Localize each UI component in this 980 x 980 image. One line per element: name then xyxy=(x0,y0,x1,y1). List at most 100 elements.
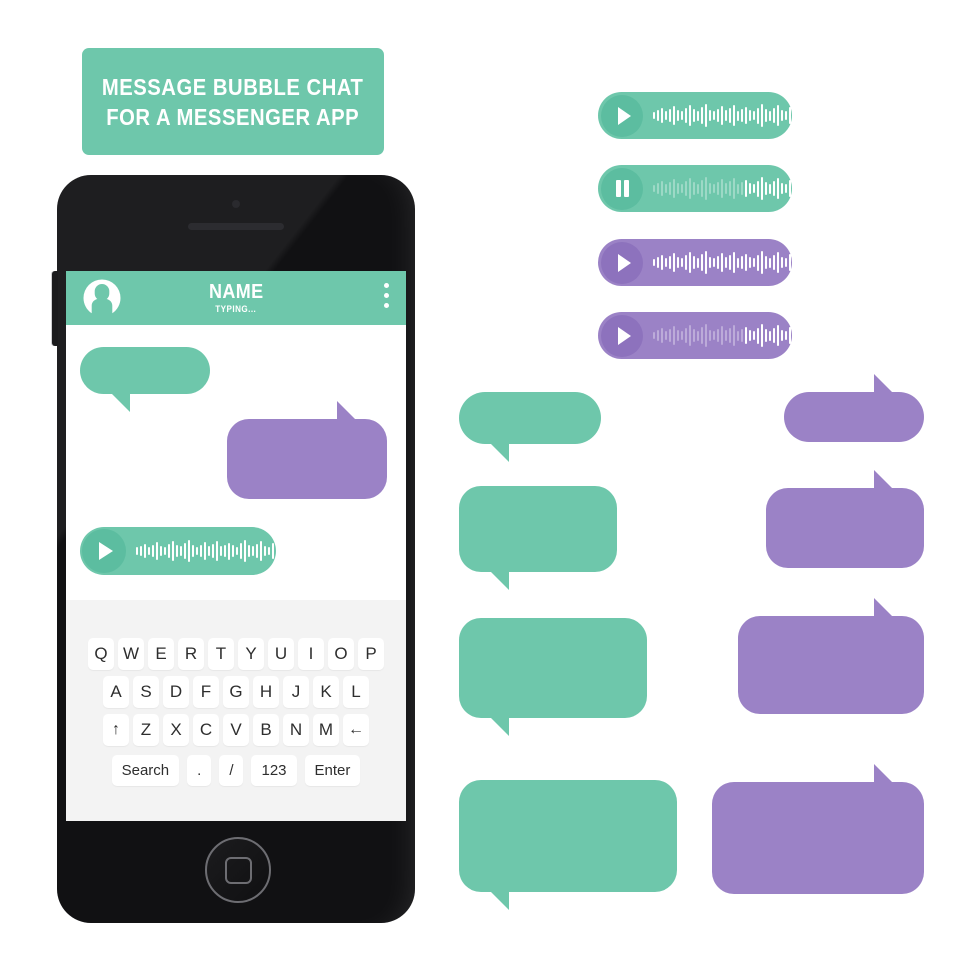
waveform-bar xyxy=(665,183,667,194)
key-numbers[interactable]: 123 xyxy=(251,754,297,786)
waveform-bar xyxy=(773,254,775,271)
waveform-bar xyxy=(657,330,659,341)
voice-message-4[interactable] xyxy=(598,312,792,359)
chat-bubble-incoming-1[interactable] xyxy=(80,347,210,412)
green-bubble-4[interactable] xyxy=(459,780,677,910)
voice-message-3[interactable] xyxy=(598,239,792,286)
key-search[interactable]: Search xyxy=(111,754,180,786)
waveform-bar xyxy=(725,110,727,121)
home-button[interactable] xyxy=(205,837,271,903)
bubble-body xyxy=(459,780,677,892)
waveform-bar xyxy=(232,545,234,557)
waveform-bar xyxy=(665,110,667,121)
keyboard-row-1: QWERTYUIOP xyxy=(66,637,406,670)
backspace-key[interactable]: ← xyxy=(343,713,369,746)
purple-bubble-1[interactable] xyxy=(784,374,924,442)
key-c[interactable]: C xyxy=(193,713,219,746)
key-q[interactable]: Q xyxy=(88,637,114,670)
key-h[interactable]: H xyxy=(253,675,279,708)
waveform-bar xyxy=(705,177,707,200)
waveform-bar xyxy=(160,545,162,557)
key-z[interactable]: Z xyxy=(133,713,159,746)
voice-message-2[interactable] xyxy=(598,165,792,212)
key-v[interactable]: V xyxy=(223,713,249,746)
key-f[interactable]: F xyxy=(193,675,219,708)
waveform-bar xyxy=(745,326,747,345)
purple-bubble-2[interactable] xyxy=(766,470,924,568)
waveform-bar xyxy=(681,184,683,193)
shift-key[interactable]: ↑ xyxy=(103,713,129,746)
waveform-bar xyxy=(789,327,791,344)
key-r[interactable]: R xyxy=(178,637,204,670)
key-m[interactable]: M xyxy=(313,713,339,746)
more-options-icon[interactable] xyxy=(384,283,389,308)
key-k[interactable]: K xyxy=(313,675,339,708)
volume-side-button[interactable] xyxy=(52,271,58,346)
key-j[interactable]: J xyxy=(283,675,309,708)
play-button[interactable] xyxy=(601,314,643,357)
key-g[interactable]: G xyxy=(223,675,249,708)
waveform-bar xyxy=(685,108,687,123)
waveform-bar xyxy=(717,328,719,343)
waveform-bar xyxy=(661,107,663,124)
key-o[interactable]: O xyxy=(328,637,354,670)
green-bubble-3[interactable] xyxy=(459,618,647,736)
bubble-tail xyxy=(874,374,906,392)
waveform-bar xyxy=(192,545,194,557)
key-n[interactable]: N xyxy=(283,713,309,746)
key-enter[interactable]: Enter xyxy=(304,754,361,786)
waveform[interactable] xyxy=(643,165,792,212)
key-l[interactable]: L xyxy=(343,675,369,708)
earpiece-speaker xyxy=(188,223,284,230)
waveform[interactable] xyxy=(643,92,792,139)
waveform-bar xyxy=(785,257,787,268)
waveform-bar xyxy=(144,543,146,559)
play-button[interactable] xyxy=(601,241,643,284)
key-i[interactable]: I xyxy=(298,637,324,670)
key-slash[interactable]: / xyxy=(219,754,244,786)
voice-message-incoming-1[interactable] xyxy=(80,527,276,575)
waveform-bar xyxy=(753,111,755,120)
waveform-bar xyxy=(657,183,659,194)
waveform-bar xyxy=(721,252,723,273)
waveform-bar xyxy=(701,254,703,271)
chat-bubble-outgoing-1[interactable] xyxy=(227,401,387,499)
key-u[interactable]: U xyxy=(268,637,294,670)
onscreen-keyboard[interactable]: QWERTYUIOP ASDFGHJKL ↑ Z X C V B N M ← Search./1… xyxy=(66,600,406,821)
waveform-bar xyxy=(689,252,691,273)
key-e[interactable]: E xyxy=(148,637,174,670)
waveform[interactable] xyxy=(126,527,276,575)
key-s[interactable]: S xyxy=(133,675,159,708)
user-avatar-icon[interactable] xyxy=(82,278,122,318)
waveform-bar xyxy=(252,546,254,556)
waveform-bar xyxy=(669,109,671,122)
purple-bubble-3[interactable] xyxy=(738,598,924,714)
waveform[interactable] xyxy=(643,239,792,286)
key-b[interactable]: B xyxy=(253,713,279,746)
waveform-bar xyxy=(685,181,687,196)
green-bubble-1[interactable] xyxy=(459,392,601,462)
key-period[interactable]: . xyxy=(187,754,212,786)
purple-bubble-4[interactable] xyxy=(712,764,924,894)
waveform-bar xyxy=(701,180,703,197)
waveform-bar xyxy=(685,328,687,343)
key-x[interactable]: X xyxy=(163,713,189,746)
key-d[interactable]: D xyxy=(163,675,189,708)
waveform-bar xyxy=(673,326,675,345)
key-p[interactable]: P xyxy=(358,637,384,670)
key-y[interactable]: Y xyxy=(238,637,264,670)
key-a[interactable]: A xyxy=(103,675,129,708)
key-t[interactable]: T xyxy=(208,637,234,670)
waveform-bar xyxy=(677,183,679,194)
play-button[interactable] xyxy=(601,94,643,137)
waveform-bar xyxy=(773,107,775,124)
waveform-bar xyxy=(224,544,226,558)
pause-button[interactable] xyxy=(601,167,643,210)
bubble-tail xyxy=(874,470,906,488)
play-button[interactable] xyxy=(82,529,126,573)
waveform-bar xyxy=(669,256,671,269)
voice-message-1[interactable] xyxy=(598,92,792,139)
key-w[interactable]: W xyxy=(118,637,144,670)
waveform[interactable] xyxy=(643,312,792,359)
green-bubble-2[interactable] xyxy=(459,486,617,590)
